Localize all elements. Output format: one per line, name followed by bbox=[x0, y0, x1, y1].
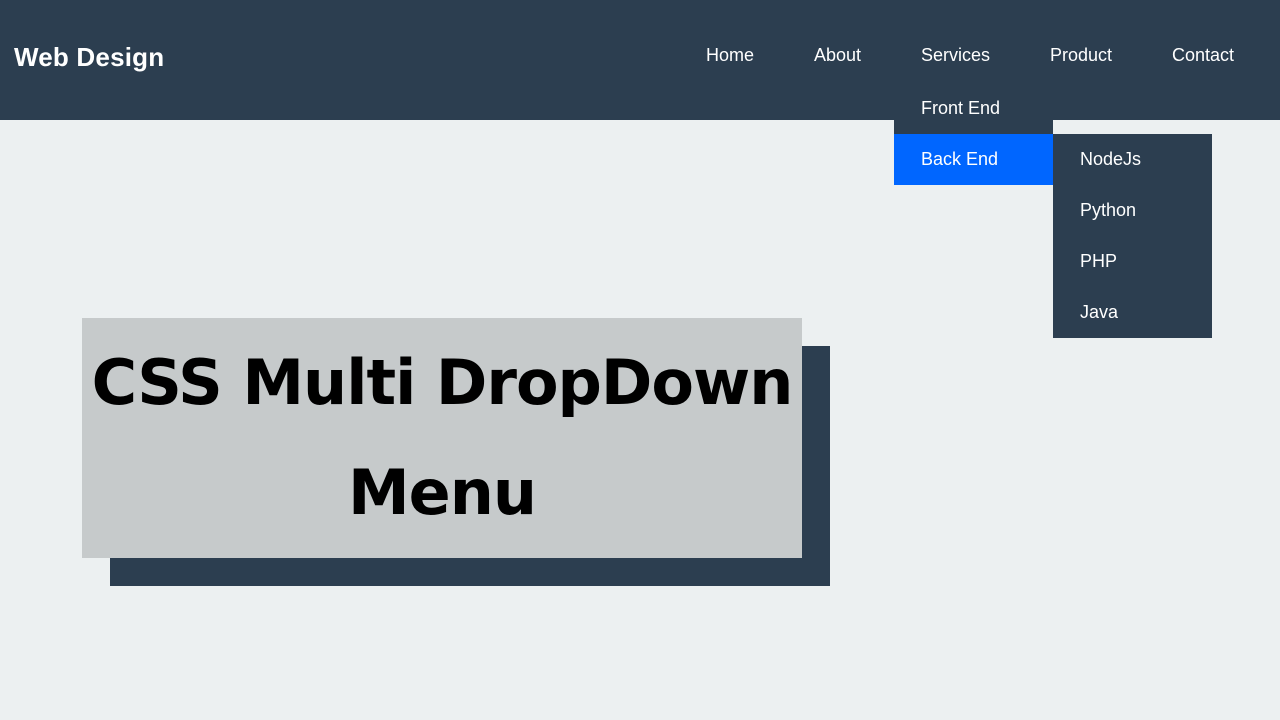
navbar: Web Design Home About Services Product C… bbox=[0, 0, 1280, 120]
nav-item-about[interactable]: About bbox=[814, 45, 861, 66]
banner-title: CSS Multi DropDown Menu bbox=[91, 346, 794, 529]
nav-item-home[interactable]: Home bbox=[706, 45, 754, 66]
title-banner: CSS Multi DropDown Menu bbox=[82, 318, 802, 558]
nav-item-services[interactable]: Services bbox=[921, 45, 990, 66]
nav-item-product[interactable]: Product bbox=[1050, 45, 1112, 66]
backend-submenu: NodeJs Python PHP Java bbox=[1053, 134, 1212, 338]
dropdown-item-back-end[interactable]: Back End bbox=[894, 134, 1053, 185]
submenu-item-python[interactable]: Python bbox=[1053, 185, 1212, 236]
submenu-item-java[interactable]: Java bbox=[1053, 287, 1212, 338]
dropdown-item-front-end[interactable]: Front End bbox=[894, 83, 1053, 134]
submenu-item-php[interactable]: PHP bbox=[1053, 236, 1212, 287]
nav-item-contact[interactable]: Contact bbox=[1172, 45, 1234, 66]
services-dropdown: Front End Back End bbox=[894, 83, 1053, 185]
submenu-item-nodejs[interactable]: NodeJs bbox=[1053, 134, 1212, 185]
site-logo[interactable]: Web Design bbox=[14, 42, 164, 73]
